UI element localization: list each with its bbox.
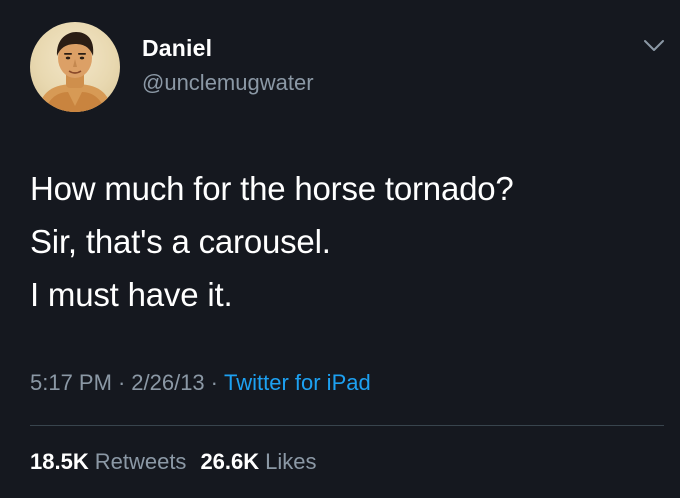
retweets-stat[interactable]: 18.5K Retweets xyxy=(30,449,186,474)
tweet-text-line: Sir, that's a carousel. xyxy=(30,223,331,260)
meta-separator: · xyxy=(210,370,218,395)
tweet-card: Daniel @unclemugwater How much for the h… xyxy=(0,0,680,498)
divider xyxy=(30,425,664,426)
tweet-text-line: How much for the horse tornado? xyxy=(30,170,514,207)
tweet-text-line: I must have it. xyxy=(30,276,233,313)
display-name[interactable]: Daniel xyxy=(142,35,212,62)
tweet-meta: 5:17 PM · 2/26/13 · Twitter for iPad xyxy=(30,370,371,396)
tweet-time[interactable]: 5:17 PM xyxy=(30,370,112,395)
meta-separator: · xyxy=(117,370,126,395)
likes-count: 26.6K xyxy=(200,449,260,474)
wrestler-figure-avatar-icon xyxy=(38,32,112,112)
retweets-count: 18.5K xyxy=(30,449,89,474)
tweet-text: How much for the horse tornado? Sir, tha… xyxy=(30,162,650,321)
tweet-source-link[interactable]: Twitter for iPad xyxy=(224,370,371,395)
tweet-stats: 18.5K Retweets 26.6K Likes xyxy=(30,449,317,475)
tweet-date[interactable]: 2/26/13 xyxy=(131,370,204,395)
likes-stat[interactable]: 26.6K Likes xyxy=(200,449,316,474)
avatar[interactable] xyxy=(30,22,120,112)
likes-label: Likes xyxy=(265,449,317,474)
retweets-label: Retweets xyxy=(94,449,187,474)
user-handle[interactable]: @unclemugwater xyxy=(142,70,314,96)
chevron-down-icon[interactable] xyxy=(642,36,666,56)
